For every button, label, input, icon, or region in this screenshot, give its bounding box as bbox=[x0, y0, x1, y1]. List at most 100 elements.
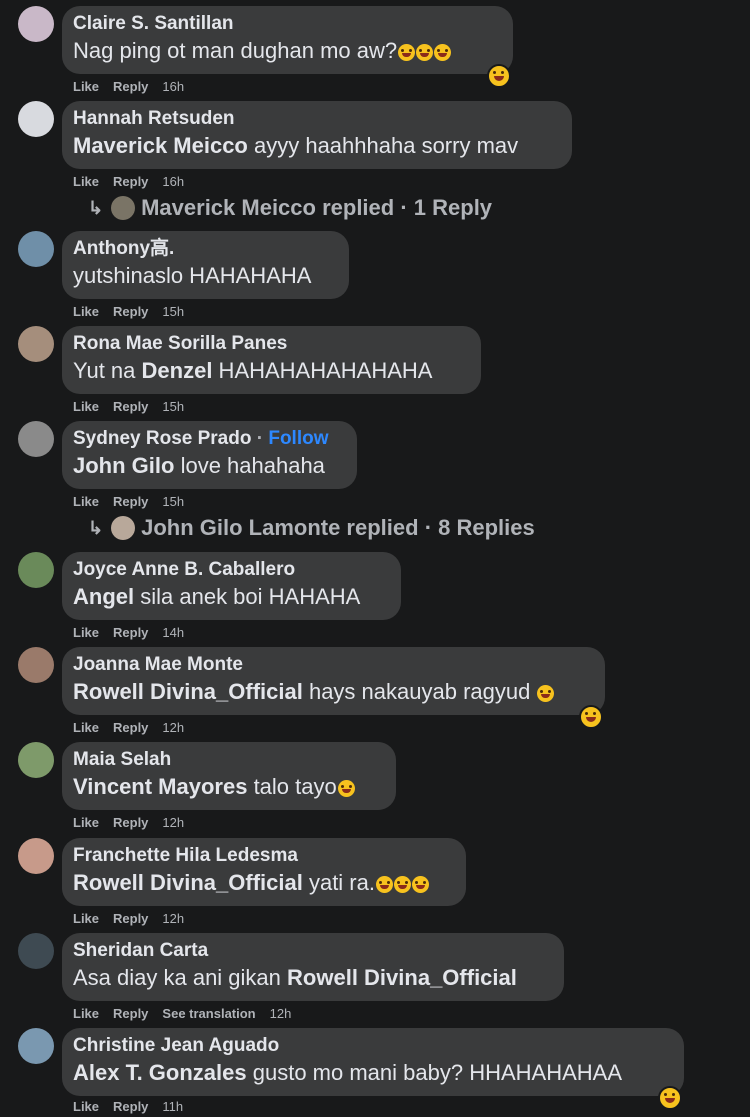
comment-author-name[interactable]: Sydney Rose Prado bbox=[73, 428, 251, 449]
comment-actions: Like Reply 12h bbox=[73, 720, 198, 735]
comment-author[interactable]: Joyce Anne B. Caballero bbox=[73, 558, 389, 582]
comment-author[interactable]: Sheridan Carta bbox=[73, 939, 552, 963]
like-button[interactable]: Like bbox=[73, 1099, 99, 1114]
avatar[interactable] bbox=[18, 326, 54, 362]
timestamp[interactable]: 15h bbox=[162, 304, 184, 319]
comment-author[interactable]: Rona Mae Sorilla Panes bbox=[73, 332, 469, 356]
comment-author[interactable]: Franchette Hila Ledesma bbox=[73, 844, 454, 868]
timestamp[interactable]: 12h bbox=[162, 911, 184, 926]
comment-body: hays nakauyab ragyud bbox=[302, 679, 537, 704]
comment-text: John Gilo love hahahaha bbox=[73, 451, 345, 481]
comment-author[interactable]: Christine Jean Aguado bbox=[73, 1034, 672, 1058]
comment-actions: Like Reply 16h bbox=[73, 79, 198, 94]
timestamp[interactable]: 16h bbox=[162, 174, 184, 189]
reply-button[interactable]: Reply bbox=[113, 1006, 148, 1021]
reply-button[interactable]: Reply bbox=[113, 720, 148, 735]
avatar[interactable] bbox=[18, 552, 54, 588]
avatar[interactable] bbox=[18, 933, 54, 969]
reply-button[interactable]: Reply bbox=[113, 494, 148, 509]
laughing-emoji-icon bbox=[434, 43, 452, 61]
mention-link[interactable]: Vincent Mayores bbox=[73, 774, 247, 799]
timestamp[interactable]: 15h bbox=[162, 399, 184, 414]
avatar[interactable] bbox=[18, 6, 54, 42]
timestamp[interactable]: 11h bbox=[162, 1099, 183, 1114]
replies-name: John Gilo Lamonte replied bbox=[141, 515, 419, 540]
like-button[interactable]: Like bbox=[73, 174, 99, 189]
comment-text: Asa diay ka ani gikan Rowell Divina_Offi… bbox=[73, 963, 552, 993]
reply-button[interactable]: Reply bbox=[113, 399, 148, 414]
avatar bbox=[111, 196, 136, 220]
laughing-emoji-icon bbox=[393, 875, 411, 893]
avatar[interactable] bbox=[18, 1028, 54, 1064]
laughing-reaction-icon[interactable] bbox=[487, 64, 511, 88]
timestamp[interactable]: 12h bbox=[162, 720, 184, 735]
timestamp[interactable]: 12h bbox=[270, 1006, 292, 1021]
laughing-reaction-icon[interactable] bbox=[579, 705, 603, 729]
comment-author: Sydney Rose Prado · Follow bbox=[73, 427, 345, 451]
comment-bubble: Maia Selah Vincent Mayores talo tayo bbox=[62, 742, 396, 810]
comment-text: Yut na Denzel HAHAHAHAHAHAHA bbox=[73, 356, 469, 386]
comment-actions: Like Reply See translation 12h bbox=[73, 1006, 305, 1021]
avatar[interactable] bbox=[18, 647, 54, 683]
mention-link[interactable]: Rowell Divina_Official bbox=[287, 965, 517, 990]
separator-dot: · bbox=[251, 428, 269, 449]
like-button[interactable]: Like bbox=[73, 815, 99, 830]
comment-actions: Like Reply 11h bbox=[73, 1099, 197, 1114]
replies-count: 1 Reply bbox=[413, 195, 493, 220]
comment-author[interactable]: Hannah Retsuden bbox=[73, 107, 560, 131]
separator-dot: · bbox=[418, 515, 439, 540]
comment-bubble: Joanna Mae Monte Rowell Divina_Official … bbox=[62, 647, 605, 715]
mention-link[interactable]: Maverick Meicco bbox=[73, 133, 248, 158]
timestamp[interactable]: 12h bbox=[162, 815, 184, 830]
like-button[interactable]: Like bbox=[73, 304, 99, 319]
mention-link[interactable]: Angel bbox=[73, 584, 134, 609]
like-button[interactable]: Like bbox=[73, 1006, 99, 1021]
comment-text: Nag ping ot man dughan mo aw? bbox=[73, 36, 501, 66]
comment-text: Maverick Meicco ayyy haahhhaha sorry mav bbox=[73, 131, 560, 161]
mention-link[interactable]: John Gilo bbox=[73, 453, 174, 478]
mention-link[interactable]: Rowell Divina_Official bbox=[73, 679, 303, 704]
laughing-reaction-icon[interactable] bbox=[658, 1086, 682, 1110]
mention-link[interactable]: Rowell Divina_Official bbox=[73, 870, 303, 895]
reply-button[interactable]: Reply bbox=[113, 79, 148, 94]
comment-bubble: Franchette Hila Ledesma Rowell Divina_Of… bbox=[62, 838, 466, 906]
like-button[interactable]: Like bbox=[73, 911, 99, 926]
comment-body: talo tayo bbox=[247, 774, 337, 799]
like-button[interactable]: Like bbox=[73, 79, 99, 94]
avatar[interactable] bbox=[18, 101, 54, 137]
avatar[interactable] bbox=[18, 231, 54, 267]
avatar bbox=[111, 516, 136, 540]
see-translation-link[interactable]: See translation bbox=[162, 1006, 255, 1021]
follow-button[interactable]: Follow bbox=[268, 428, 328, 449]
reply-button[interactable]: Reply bbox=[113, 911, 148, 926]
comment-body-prefix: Asa diay ka ani gikan bbox=[73, 965, 288, 990]
comment-bubble: Rona Mae Sorilla Panes Yut na Denzel HAH… bbox=[62, 326, 481, 394]
view-replies-link[interactable]: ↳ John Gilo Lamonte replied · 8 Replies bbox=[88, 515, 535, 541]
mention-link[interactable]: Alex T. Gonzales bbox=[73, 1060, 247, 1085]
timestamp[interactable]: 14h bbox=[162, 625, 184, 640]
like-button[interactable]: Like bbox=[73, 625, 99, 640]
comment-author[interactable]: Claire S. Santillan bbox=[73, 12, 501, 36]
timestamp[interactable]: 15h bbox=[162, 494, 184, 509]
like-button[interactable]: Like bbox=[73, 399, 99, 414]
like-button[interactable]: Like bbox=[73, 720, 99, 735]
comment-author[interactable]: Maia Selah bbox=[73, 748, 384, 772]
view-replies-link[interactable]: ↳ Maverick Meicco replied · 1 Reply bbox=[88, 195, 492, 221]
comment-bubble: Sheridan Carta Asa diay ka ani gikan Row… bbox=[62, 933, 564, 1001]
mention-link[interactable]: Denzel bbox=[142, 358, 213, 383]
comment-body: HAHAHAHAHAHAHA bbox=[212, 358, 433, 383]
comment-actions: Like Reply 16h bbox=[73, 174, 198, 189]
avatar[interactable] bbox=[18, 742, 54, 778]
timestamp[interactable]: 16h bbox=[162, 79, 184, 94]
reply-button[interactable]: Reply bbox=[113, 1099, 148, 1114]
avatar[interactable] bbox=[18, 838, 54, 874]
comment-author[interactable]: Joanna Mae Monte bbox=[73, 653, 593, 677]
reply-button[interactable]: Reply bbox=[113, 625, 148, 640]
reply-button[interactable]: Reply bbox=[113, 304, 148, 319]
comment-author[interactable]: Anthony高. bbox=[73, 237, 337, 261]
replies-name: Maverick Meicco replied bbox=[141, 195, 395, 220]
reply-button[interactable]: Reply bbox=[113, 174, 148, 189]
avatar[interactable] bbox=[18, 421, 54, 457]
reply-button[interactable]: Reply bbox=[113, 815, 148, 830]
like-button[interactable]: Like bbox=[73, 494, 99, 509]
